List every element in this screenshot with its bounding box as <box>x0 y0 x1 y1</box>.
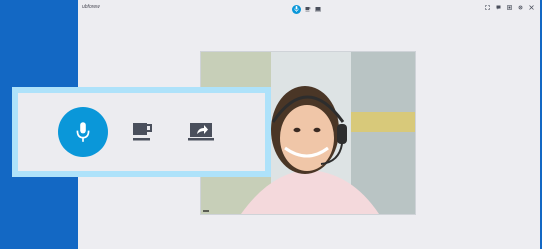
close-icon[interactable] <box>529 5 534 10</box>
chat-icon[interactable] <box>496 5 501 10</box>
titlebar-mic-button[interactable] <box>292 4 301 14</box>
participants-icon[interactable] <box>507 5 512 10</box>
microphone-icon <box>76 122 90 142</box>
caller-label <box>203 210 209 212</box>
titlebar-call-controls <box>292 4 321 14</box>
microphone-icon <box>294 6 299 12</box>
window-controls <box>485 5 534 10</box>
hold-cup-icon <box>133 123 152 141</box>
share-screen-icon <box>315 7 321 12</box>
hold-button[interactable] <box>130 119 156 145</box>
title-bar: ubforew <box>78 0 540 18</box>
share-screen-icon <box>188 123 214 141</box>
call-controls-callout <box>12 87 271 177</box>
share-screen-button[interactable] <box>186 119 216 145</box>
window-title: ubforew <box>82 4 100 10</box>
titlebar-share-button[interactable] <box>315 6 321 12</box>
call-controls-panel <box>18 93 265 171</box>
settings-icon[interactable] <box>518 5 523 10</box>
titlebar-hold-button[interactable] <box>305 6 311 12</box>
fullscreen-icon[interactable] <box>485 5 490 10</box>
hold-cup-icon <box>305 7 311 12</box>
mic-button[interactable] <box>58 107 108 157</box>
